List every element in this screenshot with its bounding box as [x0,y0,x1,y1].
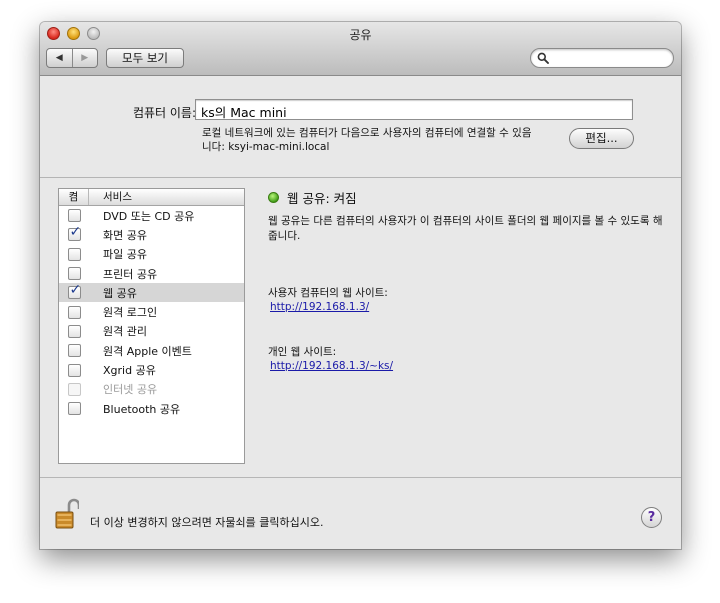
service-label: 원격 Apple 이벤트 [103,344,192,358]
service-checkbox[interactable] [67,247,81,261]
personal-site-link[interactable]: http://192.168.1.3/~ks/ [270,360,393,372]
service-label: 원격 로그인 [103,306,158,320]
computer-name-field[interactable]: ks의 Mac mini [195,99,633,120]
forward-button[interactable]: ▶ [71,49,98,67]
service-row[interactable]: 원격 Apple 이벤트 [59,341,244,360]
computer-site-link[interactable]: http://192.168.1.3/ [270,301,369,313]
service-checkbox-cell [59,324,89,338]
service-label: Bluetooth 공유 [103,402,181,416]
service-checkbox[interactable] [67,324,81,338]
service-label: DVD 또는 CD 공유 [103,209,195,223]
service-row[interactable]: 원격 관리 [59,322,244,341]
service-checkbox-cell [59,209,89,223]
sharing-window: 공유 ◀ ▶ 모두 보기 컴퓨터 이름: ks의 Mac mini 로컬 네트워… [40,22,681,549]
service-row[interactable]: Xgrid 공유 [59,360,244,379]
service-checkbox-cell [59,247,89,261]
service-checkbox[interactable] [67,344,81,358]
service-checkbox-cell: ✓ [59,224,89,242]
lock-message: 더 이상 변경하지 않으려면 자물쇠를 클릭하십시오. [90,516,324,529]
status-text: 웹 공유: 켜짐 [287,190,357,206]
service-label: Xgrid 공유 [103,364,156,378]
service-row[interactable]: DVD 또는 CD 공유 [59,206,244,225]
service-checkbox[interactable] [67,267,81,281]
show-all-button[interactable]: 모두 보기 [106,48,184,68]
service-detail-pane: 웹 공유: 켜짐 웹 공유는 다른 컴퓨터의 사용자가 이 컴퓨터의 사이트 폴… [268,188,668,372]
status-row: 웹 공유: 켜짐 [268,188,668,206]
computer-name-description: 로컬 네트워크에 있는 컴퓨터가 다음으로 사용자의 컴퓨터에 연결할 수 있음… [202,126,532,154]
service-checkbox-cell [59,344,89,358]
search-input[interactable] [530,48,674,68]
service-row[interactable]: ✓ 웹 공유 [59,282,244,303]
edit-button[interactable]: 편집... [569,128,634,149]
back-arrow-icon: ◀ [55,53,63,63]
service-row[interactable]: ✓ 화면 공유 [59,225,244,244]
service-label: 원격 관리 [103,325,147,339]
service-checkbox-cell [59,363,89,377]
forward-arrow-icon: ▶ [81,53,89,63]
services-table: 켬 서비스 DVD 또는 CD 공유 ✓ 화면 공유파일 공유프린터 공유 ✓ 웹 공유… [58,188,245,464]
service-checkbox[interactable]: ✓ [67,282,82,300]
footer-bar: 더 이상 변경하지 않으려면 자물쇠를 클릭하십시오. ? [40,477,681,549]
unlocked-padlock-icon[interactable] [55,498,79,530]
header-on[interactable]: 켬 [59,189,89,205]
computer-name-label: 컴퓨터 이름: [132,106,196,120]
back-button[interactable]: ◀ [47,49,72,67]
header-service[interactable]: 서비스 [89,189,244,205]
service-row[interactable]: 프린터 공유 [59,264,244,283]
window-title: 공유 [349,28,372,42]
service-checkbox-cell [59,305,89,319]
computer-site-label: 사용자 컴퓨터의 웹 사이트: [268,287,388,299]
service-checkbox[interactable] [67,209,81,223]
service-row[interactable]: 원격 로그인 [59,302,244,321]
title-bar: 공유 ◀ ▶ 모두 보기 [40,22,681,76]
service-row[interactable]: 파일 공유 [59,245,244,264]
services-list: DVD 또는 CD 공유 ✓ 화면 공유파일 공유프린터 공유 ✓ 웹 공유원격 로그인… [59,206,244,418]
service-checkbox [67,382,81,396]
service-description: 웹 공유는 다른 컴퓨터의 사용자가 이 컴퓨터의 사이트 폴더의 웹 페이지를… [268,215,663,242]
service-label: 인터넷 공유 [103,383,158,397]
service-checkbox[interactable] [67,402,81,416]
personal-site-label: 개인 웹 사이트: [268,346,337,358]
nav-segmented-control: ◀ ▶ [46,48,98,68]
service-checkbox-cell [59,382,89,396]
description-line-2: 니다: ksyi-mac-mini.local [202,141,330,153]
service-label: 웹 공유 [103,286,137,300]
service-checkbox[interactable] [67,363,81,377]
service-checkbox-cell: ✓ [59,282,89,300]
checkmark-icon: ✓ [69,224,82,241]
service-checkbox-cell [59,267,89,281]
service-checkbox-cell [59,402,89,416]
services-table-header: 켬 서비스 [59,189,244,206]
service-row[interactable]: 인터넷 공유 [59,380,244,399]
service-checkbox[interactable] [67,305,81,319]
search-icon [537,52,549,64]
computer-name-section: 컴퓨터 이름: ks의 Mac mini 로컬 네트워크에 있는 컴퓨터가 다음… [40,76,681,178]
status-indicator-icon [268,191,279,203]
help-button[interactable]: ? [641,507,662,528]
service-checkbox[interactable]: ✓ [67,224,82,242]
checkmark-icon: ✓ [69,282,82,299]
description-line-1: 로컬 네트워크에 있는 컴퓨터가 다음으로 사용자의 컴퓨터에 연결할 수 있음 [202,127,532,139]
service-label: 프린터 공유 [103,267,158,281]
service-row[interactable]: Bluetooth 공유 [59,399,244,418]
service-label: 파일 공유 [103,248,147,262]
service-label: 화면 공유 [103,228,147,242]
